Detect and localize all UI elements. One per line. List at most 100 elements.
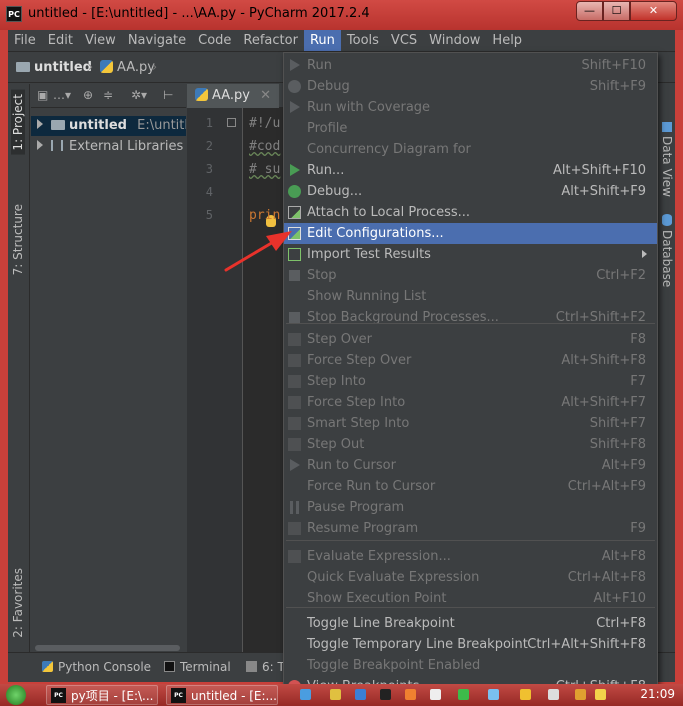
breadcrumb-separator-icon: › (88, 60, 94, 75)
menu-item-pause-program[interactable]: Pause Program (284, 497, 657, 518)
breadcrumb-separator-icon: › (152, 60, 158, 75)
code-line[interactable]: # su (249, 162, 280, 177)
minimize-button[interactable]: — (576, 1, 603, 21)
expand-arrow-icon[interactable] (37, 119, 43, 129)
tray-icon[interactable] (548, 689, 559, 700)
breadcrumb-project[interactable]: untitled (16, 60, 92, 75)
taskbar-item-untitled[interactable]: PC untitled - [E:... (166, 685, 278, 705)
tab-project[interactable]: 1: Project (11, 90, 25, 155)
title-bar[interactable]: PC untitled - [E:\untitled] - ...\AA.py … (0, 0, 683, 30)
menu-item-debug[interactable]: Debug... Alt+Shift+F9 (284, 181, 657, 202)
maximize-button[interactable]: ☐ (603, 1, 630, 21)
menu-item-profile[interactable]: Profile (284, 118, 657, 139)
menu-refactor[interactable]: Refactor (237, 30, 304, 51)
view-dropdown-icon[interactable]: …▾ (53, 88, 71, 102)
tray-icon[interactable] (458, 689, 469, 700)
tray-icon[interactable] (330, 689, 341, 700)
menu-item-force-run-to-cursor[interactable]: Force Run to Cursor Ctrl+Alt+F9 (284, 476, 657, 497)
menu-item-concurrency-diagram-for[interactable]: Concurrency Diagram for (284, 139, 657, 160)
menu-item-show-running-list[interactable]: Show Running List (284, 286, 657, 307)
menu-tools[interactable]: Tools (341, 30, 385, 51)
step-icon (288, 417, 301, 430)
tab-todo[interactable]: 6: T (246, 660, 285, 674)
close-button[interactable]: ✕ (630, 1, 677, 21)
tree-item-root[interactable]: untitled E:\untitled (31, 116, 186, 136)
menu-item-attach-to-local-process[interactable]: Attach to Local Process... (284, 202, 657, 223)
menu-code[interactable]: Code (192, 30, 237, 51)
menu-item-run[interactable]: Run Shift+F10 (284, 55, 657, 76)
tray-icon[interactable] (300, 689, 311, 700)
tray-icon[interactable] (575, 689, 586, 700)
gear-icon[interactable]: ✲▾ (131, 88, 147, 102)
menu-item-step-over[interactable]: Step Over F8 (284, 329, 657, 350)
menu-item-toggle-line-breakpoint[interactable]: Toggle Line Breakpoint Ctrl+F8 (284, 613, 657, 634)
menu-item-toggle-breakpoint-enabled[interactable]: Toggle Breakpoint Enabled (284, 655, 657, 676)
menu-help[interactable]: Help (486, 30, 528, 51)
step-icon (288, 438, 301, 451)
menu-item-step-into[interactable]: Step Into F7 (284, 371, 657, 392)
tray-icon[interactable] (488, 689, 499, 700)
tray-icon[interactable] (405, 689, 416, 700)
menu-item-stop[interactable]: Stop Ctrl+F2 (284, 265, 657, 286)
tab-database[interactable]: Database (660, 230, 674, 287)
menu-item-import-test-results[interactable]: Import Test Results (284, 244, 657, 265)
menu-item-run-to-cursor[interactable]: Run to Cursor Alt+F9 (284, 455, 657, 476)
menu-edit[interactable]: Edit (42, 30, 79, 51)
tab-favorites[interactable]: 2: Favorites (11, 568, 25, 638)
project-horizontal-scrollbar[interactable] (31, 644, 186, 652)
menu-item-step-out[interactable]: Step Out Shift+F8 (284, 434, 657, 455)
tab-terminal[interactable]: Terminal (164, 660, 231, 674)
taskbar-clock[interactable]: 21:09 (640, 687, 675, 701)
blank-icon (288, 592, 301, 605)
hide-panel-icon[interactable]: ⊢ (163, 88, 173, 102)
menu-window[interactable]: Window (423, 30, 486, 51)
menu-item-show-execution-point[interactable]: Show Execution Point Alt+F10 (284, 588, 657, 609)
breadcrumb-file[interactable]: AA.py (100, 60, 155, 75)
menu-view[interactable]: View (79, 30, 122, 51)
expand-arrow-icon[interactable] (37, 140, 43, 150)
tray-icon[interactable] (430, 689, 441, 700)
menu-item-run-with-coverage[interactable]: Run with Coverage (284, 97, 657, 118)
scroll-from-source-icon[interactable]: ⊕ (83, 88, 93, 102)
pause-icon (290, 501, 299, 514)
menu-item-debug[interactable]: Debug Shift+F9 (284, 76, 657, 97)
menu-item-evaluate-expression[interactable]: Evaluate Expression... Alt+F8 (284, 546, 657, 567)
editor-tab-aa-py[interactable]: AA.py ✕ (187, 84, 280, 108)
menu-item-stop-background-processes[interactable]: Stop Background Processes... Ctrl+Shift+F… (284, 307, 657, 328)
menu-item-force-step-into[interactable]: Force Step Into Alt+Shift+F7 (284, 392, 657, 413)
menu-item-quick-evaluate-expression[interactable]: Quick Evaluate Expression Ctrl+Alt+F8 (284, 567, 657, 588)
menu-run[interactable]: Run (303, 30, 341, 51)
menu-item-force-step-over[interactable]: Force Step Over Alt+Shift+F8 (284, 350, 657, 371)
tray-icon[interactable] (520, 689, 531, 700)
fold-marker-icon[interactable] (227, 118, 236, 127)
tray-icon[interactable] (380, 689, 391, 700)
menu-vcs[interactable]: VCS (385, 30, 423, 51)
menu-item-edit-configurations[interactable]: Edit Configurations... (284, 223, 657, 244)
menu-item-smart-step-into[interactable]: Smart Step Into Shift+F7 (284, 413, 657, 434)
code-line[interactable]: #cod (249, 139, 280, 154)
menu-item-run[interactable]: Run... Alt+Shift+F10 (284, 160, 657, 181)
start-button[interactable] (6, 685, 26, 705)
tab-data-view[interactable]: Data View (660, 136, 674, 197)
menu-file[interactable]: File (8, 30, 42, 51)
tree-item-external-libraries[interactable]: External Libraries (31, 137, 186, 157)
menu-navigate[interactable]: Navigate (122, 30, 192, 51)
evaluate-icon (288, 550, 301, 563)
tab-structure[interactable]: 7: Structure (11, 204, 25, 275)
tab-python-console[interactable]: Python Console (42, 660, 151, 674)
menu-item-resume-program[interactable]: Resume Program F9 (284, 518, 657, 539)
project-view-icon[interactable]: ▣ (37, 88, 48, 102)
line-number: 2 (205, 139, 213, 153)
taskbar-item-py-project[interactable]: PC py项目 - [E:\... (46, 685, 158, 705)
menu-item-shortcut: Ctrl+F2 (596, 268, 646, 283)
code-line[interactable]: prin (249, 208, 280, 223)
pycharm-app-icon: PC (171, 688, 186, 703)
shield-icon[interactable] (355, 689, 366, 700)
menu-separator (286, 323, 655, 324)
menu-item-label: Force Step Over (307, 353, 412, 368)
collapse-all-icon[interactable]: ≑ (103, 88, 113, 102)
menu-item-toggle-temporary-line-breakpoint[interactable]: Toggle Temporary Line Breakpoint Ctrl+Alt… (284, 634, 657, 655)
close-tab-icon[interactable]: ✕ (260, 88, 271, 103)
tray-icon[interactable] (595, 689, 606, 700)
code-line[interactable]: #!/u (249, 116, 280, 131)
